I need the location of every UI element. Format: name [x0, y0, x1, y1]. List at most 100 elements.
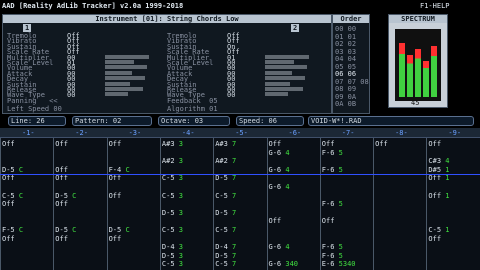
- instrument-number: 1: [441, 165, 450, 174]
- note-cell[interactable]: C-5 C: [2, 192, 23, 200]
- channel-label[interactable]: -6-: [289, 129, 302, 137]
- note-cell[interactable]: C-5 1: [428, 226, 449, 234]
- spectrum-bar: [423, 61, 429, 97]
- help-text: F1-HELP: [420, 2, 450, 10]
- note-cell[interactable]: A#3 3: [162, 140, 183, 148]
- channel-label[interactable]: -8-: [395, 129, 408, 137]
- instrument-number: 7: [227, 226, 237, 234]
- note-cell[interactable]: F-6 5: [322, 200, 343, 208]
- channel-label[interactable]: -3-: [129, 129, 142, 137]
- channel-column[interactable]: [373, 138, 427, 270]
- note-cell[interactable]: C-5 7: [215, 226, 236, 234]
- note-cell[interactable]: A#3 7: [215, 140, 236, 148]
- note-cell[interactable]: Off: [55, 166, 68, 174]
- note-cell[interactable]: Off: [2, 200, 15, 208]
- note-cell[interactable]: G-6 340: [269, 260, 299, 268]
- note-cell[interactable]: C-5 3: [162, 192, 183, 200]
- note-cell[interactable]: F-4 C: [109, 166, 130, 174]
- operator-1-tab[interactable]: 1: [23, 24, 32, 32]
- note-cell[interactable]: Off: [55, 200, 68, 208]
- note-cell[interactable]: F-6 5: [322, 243, 343, 251]
- help-label[interactable]: F1-HELP: [420, 2, 450, 10]
- channel-column[interactable]: [106, 138, 161, 270]
- note-cell[interactable]: C#3 4: [428, 157, 449, 165]
- instrument-number: C: [67, 226, 77, 234]
- note-cell[interactable]: F-6 5: [322, 252, 343, 260]
- note-cell[interactable]: Off: [269, 217, 282, 225]
- filename-field[interactable]: VOID-W*!.RAD: [308, 116, 474, 126]
- note-cell[interactable]: Off: [375, 140, 388, 148]
- note-cell[interactable]: D-5 7: [215, 252, 236, 260]
- note-cell[interactable]: D-5 C: [55, 226, 76, 234]
- note-cell[interactable]: D-4 7: [215, 243, 236, 251]
- note-cell[interactable]: Off: [269, 140, 282, 148]
- note-cell[interactable]: G-6 4: [269, 149, 290, 157]
- channel-label[interactable]: -9-: [448, 129, 461, 137]
- note-cell[interactable]: A#2 7: [215, 157, 236, 165]
- note-cell[interactable]: C-5 7: [215, 192, 236, 200]
- channel-label[interactable]: -2-: [75, 129, 88, 137]
- note-cell[interactable]: D-5 C: [55, 192, 76, 200]
- note-cell[interactable]: D-4 3: [162, 243, 183, 251]
- channel-label[interactable]: -1-: [22, 129, 35, 137]
- note-cell[interactable]: D#5 1: [428, 166, 449, 174]
- instrument-number: 7: [227, 157, 237, 166]
- note-cell[interactable]: Off: [2, 235, 15, 243]
- note-cell[interactable]: Off: [55, 174, 68, 182]
- spectrum-bar: [431, 46, 437, 97]
- note-value: D-5: [161, 251, 175, 260]
- line-field[interactable]: Line: 26: [8, 116, 66, 126]
- note-value: Off: [321, 140, 335, 148]
- note-cell[interactable]: G-6 4: [269, 183, 290, 191]
- note-cell[interactable]: Off: [109, 192, 122, 200]
- note-cell[interactable]: C-5 3: [162, 174, 183, 182]
- note-cell[interactable]: Off: [2, 174, 15, 182]
- pattern-field[interactable]: Pattern: 02: [72, 116, 152, 126]
- channel-label[interactable]: -5-: [235, 129, 248, 137]
- pattern-grid[interactable]: Off Off Off A#3 3 A#3 7 Off Off Off Off G-6 4 F-6 …: [0, 138, 480, 270]
- note-cell[interactable]: C-5 7: [215, 260, 236, 268]
- note-cell[interactable]: Off: [109, 235, 122, 243]
- note-cell[interactable]: D-5 7: [215, 209, 236, 217]
- note-cell[interactable]: F-6 5: [322, 166, 343, 174]
- note-cell[interactable]: Off: [2, 140, 15, 148]
- note-cell[interactable]: Off: [322, 217, 335, 225]
- note-cell[interactable]: Off: [428, 140, 441, 148]
- note-value: C-5: [161, 191, 175, 200]
- note-cell[interactable]: Off: [55, 140, 68, 148]
- note-cell[interactable]: Off: [55, 235, 68, 243]
- channel-label[interactable]: -7-: [342, 129, 355, 137]
- speed-field[interactable]: Speed: 06: [236, 116, 304, 126]
- note-cell[interactable]: Off 1: [428, 174, 449, 182]
- order-row[interactable]: 0A 0B: [335, 100, 356, 108]
- note-cell[interactable]: C-5 3: [162, 226, 183, 234]
- octave-field[interactable]: Octave: 03: [158, 116, 230, 126]
- note-cell[interactable]: Off: [322, 140, 335, 148]
- note-cell[interactable]: A#2 3: [162, 157, 183, 165]
- note-cell[interactable]: Off: [109, 140, 122, 148]
- instrument-number: 1: [441, 174, 450, 183]
- cursor-line: [0, 174, 480, 175]
- note-cell[interactable]: D-5 C: [109, 226, 130, 234]
- note-cell[interactable]: G-6 4: [269, 166, 290, 174]
- note-value: A#3: [161, 140, 175, 148]
- note-cell[interactable]: D-5 C: [2, 166, 23, 174]
- note-cell[interactable]: D-5 3: [162, 252, 183, 260]
- note-cell[interactable]: D-5 3: [162, 209, 183, 217]
- note-cell[interactable]: Off: [109, 174, 122, 182]
- channel-label[interactable]: -4-: [182, 129, 195, 137]
- param-bar: [265, 54, 309, 59]
- note-cell[interactable]: F-6 5: [322, 149, 343, 157]
- note-cell[interactable]: Off 1: [428, 192, 449, 200]
- note-cell[interactable]: Off: [428, 235, 441, 243]
- spectrum-bar: [399, 43, 405, 97]
- note-cell[interactable]: C-5 3: [162, 260, 183, 268]
- note-cell[interactable]: E-6 5340: [322, 260, 356, 268]
- note-cell[interactable]: D-5 7: [215, 174, 236, 182]
- note-cell[interactable]: F-5 C: [2, 226, 23, 234]
- instrument-number: 5340: [334, 260, 356, 269]
- operator-2-tab[interactable]: 2: [291, 24, 300, 32]
- instrument-number: 5: [334, 148, 343, 157]
- note-cell[interactable]: G-6 4: [269, 243, 290, 251]
- instrument-number: 4: [281, 243, 290, 252]
